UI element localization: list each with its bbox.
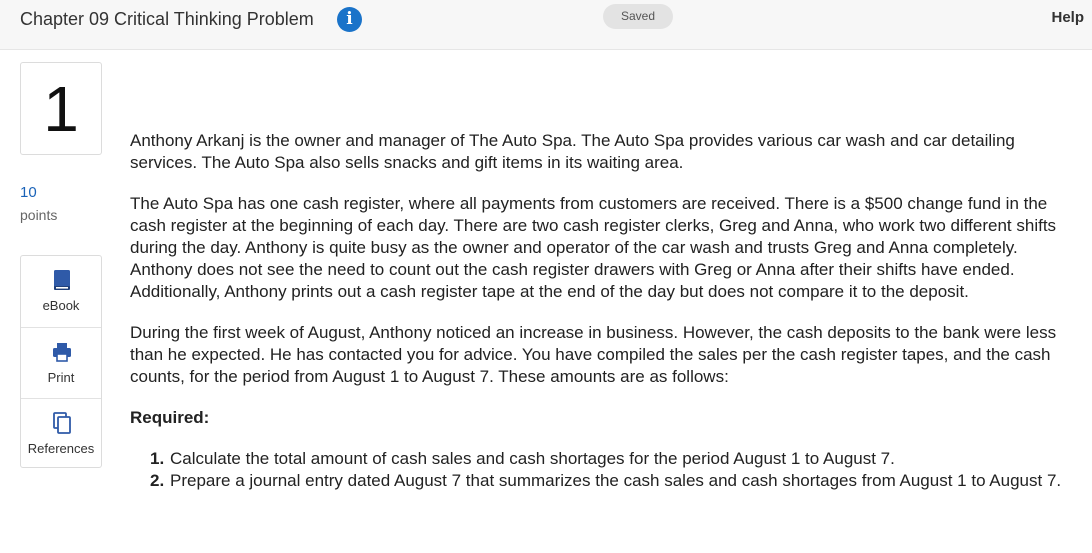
printer-icon (53, 343, 71, 362)
info-icon[interactable]: i (337, 7, 362, 32)
copy-pages-icon (53, 412, 71, 434)
list-item: 1. Calculate the total amount of cash sa… (150, 448, 1075, 470)
list-item: 2. Prepare a journal entry dated August … (150, 470, 1075, 492)
requirement-number: 2. (150, 471, 165, 490)
references-label: References (27, 441, 95, 456)
references-button[interactable]: References (21, 398, 101, 469)
question-number: 1 (43, 73, 79, 145)
background-paragraph: The Auto Spa has one cash register, wher… (130, 194, 1057, 301)
requirement-text: Prepare a journal entry dated August 7 t… (170, 471, 1062, 490)
required-heading: Required: (130, 408, 210, 427)
tools-panel: eBook Print References (20, 255, 102, 468)
requirement-number: 1. (150, 449, 165, 468)
question-content: Anthony Arkanj is the owner and manager … (130, 130, 1075, 492)
print-label: Print (47, 370, 75, 385)
help-link[interactable]: Help (1051, 9, 1084, 26)
ebook-button[interactable]: eBook (21, 256, 101, 327)
book-icon (54, 270, 70, 290)
saved-status-badge: Saved (603, 4, 673, 29)
points-label: points (20, 207, 58, 223)
print-button[interactable]: Print (21, 327, 101, 398)
situation-paragraph: During the first week of August, Anthony… (130, 323, 1057, 386)
question-number-box: 1 (20, 62, 102, 155)
intro-paragraph: Anthony Arkanj is the owner and manager … (130, 131, 1015, 172)
header-bar: Chapter 09 Critical Thinking Problem i S… (0, 0, 1092, 50)
page-title: Chapter 09 Critical Thinking Problem (20, 9, 314, 29)
points-value: 10 (20, 184, 37, 201)
ebook-label: eBook (42, 298, 80, 313)
requirements-list: 1. Calculate the total amount of cash sa… (130, 448, 1075, 492)
requirement-text: Calculate the total amount of cash sales… (170, 449, 895, 468)
